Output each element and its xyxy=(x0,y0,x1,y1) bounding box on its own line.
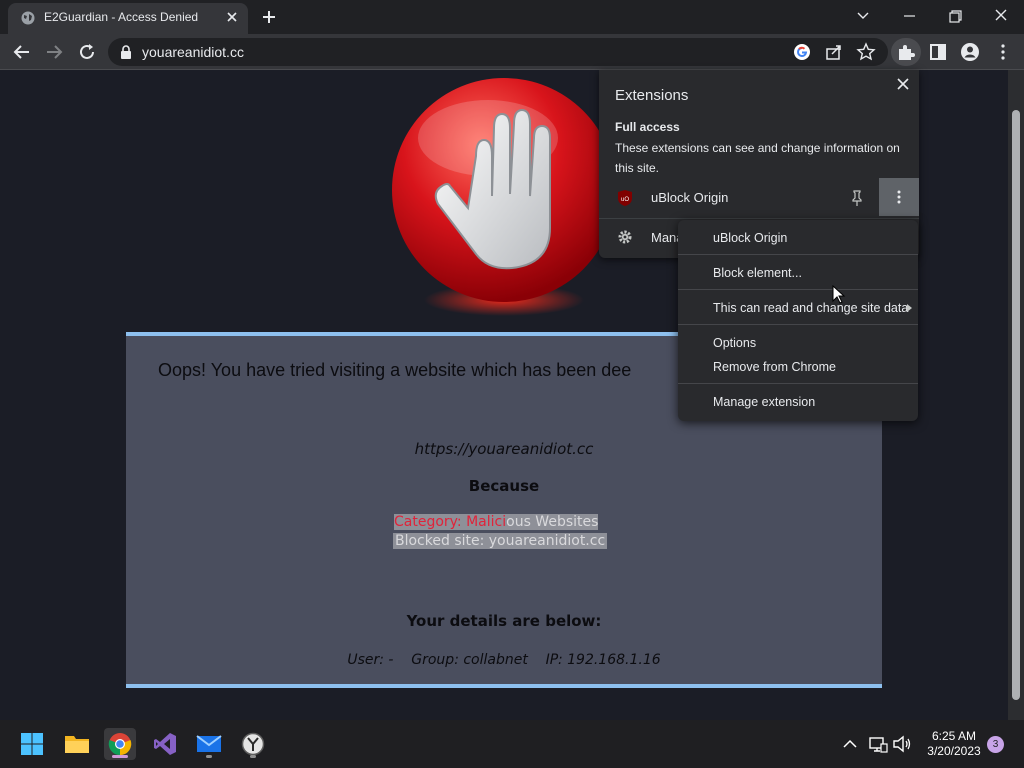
pin-icon[interactable] xyxy=(849,189,865,207)
submenu-arrow-icon xyxy=(907,304,912,312)
ublock-origin-icon: uO xyxy=(618,190,632,206)
visual-studio-button[interactable] xyxy=(149,728,181,760)
running-app-indicator xyxy=(250,755,256,758)
menu-separator xyxy=(678,324,918,325)
extensions-button[interactable] xyxy=(891,38,921,66)
windows-logo-icon xyxy=(21,733,43,755)
chrome-taskbar-button[interactable] xyxy=(104,728,136,760)
category-prefix: Category: Malici xyxy=(394,514,507,530)
visual-studio-icon xyxy=(154,733,176,755)
menu-separator xyxy=(678,289,918,290)
kebab-menu-icon[interactable] xyxy=(992,41,1014,63)
back-icon[interactable] xyxy=(11,41,33,63)
block-headline: Oops! You have tried visiting a website … xyxy=(158,360,632,380)
menu-separator xyxy=(678,383,918,384)
share-icon[interactable] xyxy=(823,41,845,63)
bookmark-star-icon[interactable] xyxy=(855,41,877,63)
popup-divider xyxy=(599,218,919,219)
svg-text:uO: uO xyxy=(621,197,629,203)
forward-icon[interactable] xyxy=(43,41,65,63)
puzzle-icon xyxy=(899,45,915,60)
start-button[interactable] xyxy=(16,728,48,760)
browser-toolbar: youareanidiot.cc xyxy=(0,34,1024,70)
close-popup-icon[interactable] xyxy=(893,74,913,94)
mouse-cursor-icon xyxy=(832,285,846,304)
extension-more-button[interactable] xyxy=(879,178,919,216)
globe-icon xyxy=(21,11,35,25)
details-heading: Your details are below: xyxy=(406,612,602,630)
windows-taskbar: 6:25 AM 3/20/2023 3 xyxy=(0,720,1024,768)
extension-name: uBlock Origin xyxy=(651,190,729,205)
stop-hand-icon xyxy=(392,78,616,316)
side-panel-icon[interactable] xyxy=(927,41,949,63)
address-bar[interactable]: youareanidiot.cc xyxy=(108,38,888,66)
full-access-heading: Full access xyxy=(615,120,680,134)
tab-strip: E2Guardian - Access Denied xyxy=(0,0,1024,34)
reload-icon[interactable] xyxy=(76,41,98,63)
new-tab-icon[interactable] xyxy=(259,7,279,27)
scrollbar-thumb[interactable] xyxy=(1012,110,1020,700)
gear-icon xyxy=(618,230,632,244)
menu-item-options[interactable]: Options xyxy=(678,331,918,355)
profile-icon[interactable] xyxy=(959,41,981,63)
extension-row-ublock[interactable]: uO uBlock Origin xyxy=(599,178,919,218)
clock-app-button[interactable] xyxy=(237,728,269,760)
folder-icon xyxy=(65,736,89,753)
minimize-icon[interactable] xyxy=(896,4,924,28)
close-tab-icon[interactable] xyxy=(224,9,240,25)
more-vert-icon xyxy=(897,190,901,204)
restore-icon[interactable] xyxy=(941,4,969,28)
google-icon[interactable] xyxy=(791,41,813,63)
tab-title: E2Guardian - Access Denied xyxy=(44,10,199,24)
menu-item-site-access[interactable]: This can read and change site data xyxy=(678,296,918,320)
chevron-up-icon[interactable] xyxy=(841,736,859,752)
full-access-description: These extensions can see and change info… xyxy=(615,141,900,175)
menu-item-remove-from-chrome[interactable]: Remove from Chrome xyxy=(678,355,918,379)
mail-button[interactable] xyxy=(193,728,225,760)
running-app-indicator xyxy=(206,755,212,758)
clock-app-icon xyxy=(241,732,265,756)
browser-tab[interactable]: E2Guardian - Access Denied xyxy=(8,3,248,34)
chrome-icon xyxy=(108,733,132,756)
lock-icon[interactable] xyxy=(120,45,132,59)
menu-item-manage-extension[interactable]: Manage extension xyxy=(678,390,918,414)
system-clock[interactable]: 6:25 AM 3/20/2023 xyxy=(920,729,988,759)
active-app-indicator xyxy=(112,755,128,758)
clock-date: 3/20/2023 xyxy=(927,744,981,758)
volume-icon[interactable] xyxy=(892,735,912,753)
extensions-popup-title: Extensions xyxy=(615,87,689,104)
clock-time: 6:25 AM xyxy=(931,729,977,743)
category-suffix: ous Websites xyxy=(506,514,599,530)
tab-search-icon[interactable] xyxy=(849,4,877,28)
blocked-site-line: Blocked site: youareanidiot.cc xyxy=(393,533,608,549)
blocked-url: https://youareanidiot.cc xyxy=(414,440,594,458)
url-text: youareanidiot.cc xyxy=(142,44,244,60)
notification-badge[interactable]: 3 xyxy=(987,736,1004,753)
menu-item-block-element[interactable]: Block element... xyxy=(678,261,918,285)
because-label: Because xyxy=(468,477,540,495)
category-line: Category: Malicious Websites xyxy=(394,514,599,530)
network-icon[interactable] xyxy=(868,735,888,753)
user-details: User: - Group: collabnet IP: 192.168.1.1… xyxy=(347,652,661,668)
page-scrollbar[interactable] xyxy=(1008,70,1024,720)
menu-separator xyxy=(678,254,918,255)
extension-context-menu: uBlock Origin Block element... This can … xyxy=(678,220,918,421)
close-window-icon[interactable] xyxy=(987,4,1015,28)
mail-icon xyxy=(196,735,222,752)
menu-item-extension-name[interactable]: uBlock Origin xyxy=(678,226,918,250)
file-explorer-button[interactable] xyxy=(61,728,93,760)
